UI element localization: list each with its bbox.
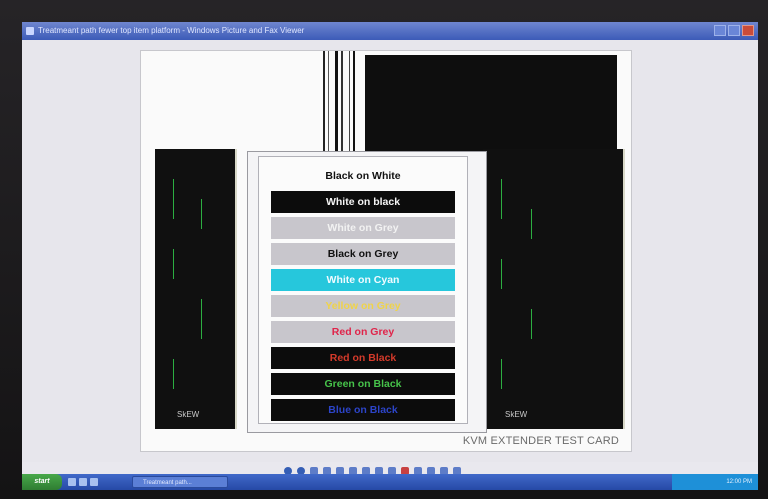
color-bar: Red on Black <box>271 347 455 369</box>
skew-label-right: SkEW <box>505 410 528 419</box>
system-tray: 12:00 PM <box>672 474 758 490</box>
skew-panel-left: SkEW <box>155 149 237 429</box>
taskbar: start Treatmeant path... 12:00 PM <box>22 474 758 490</box>
color-bar: White on Grey <box>271 217 455 239</box>
start-button[interactable]: start <box>22 474 62 490</box>
show-desktop-icon[interactable] <box>79 478 87 486</box>
picture-viewer-icon <box>26 27 34 35</box>
close-icon[interactable] <box>742 25 754 36</box>
browser-icon[interactable] <box>68 478 76 486</box>
clock: 12:00 PM <box>726 479 752 485</box>
media-player-icon[interactable] <box>90 478 98 486</box>
color-bar: Yellow on Grey <box>271 295 455 317</box>
maximize-icon[interactable] <box>728 25 740 36</box>
image-viewer-area: SkEW SkEW Black on White White on black … <box>22 40 758 462</box>
taskbar-item-picture-viewer[interactable]: Treatmeant path... <box>132 476 228 488</box>
color-bars-frame: Black on White White on black White on G… <box>247 151 487 433</box>
minimize-icon[interactable] <box>714 25 726 36</box>
color-bar: White on Cyan <box>271 269 455 291</box>
window-title: Treatmeant path fewer top item platform … <box>38 26 305 35</box>
window-buttons <box>714 25 754 36</box>
test-card-image: SkEW SkEW Black on White White on black … <box>140 50 632 452</box>
color-bar: White on black <box>271 191 455 213</box>
color-bar: Black on Grey <box>271 243 455 265</box>
skew-panel-right: SkEW <box>483 149 625 429</box>
color-bar: Black on White <box>271 165 455 187</box>
screen: Treatmeant path fewer top item platform … <box>22 22 758 490</box>
test-card-label: KVM EXTENDER TEST CARD <box>462 435 619 447</box>
quick-launch <box>68 478 98 486</box>
color-bar: Red on Grey <box>271 321 455 343</box>
skew-label-left: SkEW <box>177 410 200 419</box>
color-bars-panel: Black on White White on black White on G… <box>258 156 468 424</box>
color-bar: Blue on Black <box>271 399 455 421</box>
color-bar: Green on Black <box>271 373 455 395</box>
window-titlebar[interactable]: Treatmeant path fewer top item platform … <box>22 22 758 40</box>
